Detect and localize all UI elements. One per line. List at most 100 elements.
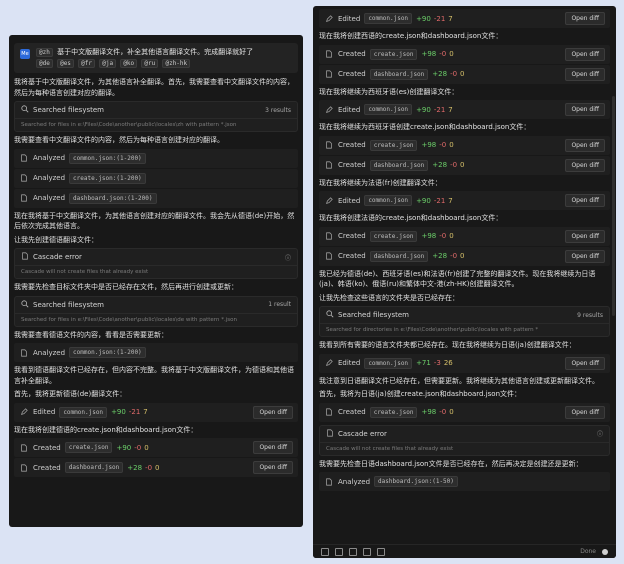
search-card[interactable]: Searched filesystem 3 results Searched f… [14, 101, 298, 132]
mention-chip[interactable]: @ja [99, 59, 117, 68]
status-dot-icon [602, 548, 608, 555]
created-row[interactable]: Created create.json +90 -0 0 Open diff [14, 438, 298, 457]
error-icon [326, 428, 334, 439]
edited-row[interactable]: Edited common.json +90 -21 7 Open diff [319, 100, 610, 119]
attach-icon[interactable] [321, 547, 329, 556]
image-icon[interactable] [335, 547, 343, 556]
search-title: Searched filesystem [33, 106, 104, 114]
edit-icon [324, 105, 334, 115]
open-diff-button[interactable]: Open diff [253, 441, 293, 454]
tools-icon[interactable] [377, 547, 385, 556]
mention-chip[interactable]: @zh [36, 48, 53, 57]
edit-icon [324, 14, 334, 24]
file-chip[interactable]: common.json [364, 13, 413, 24]
chat-panel-left: Me @zh 基于中文版翻译文件，补全其他语言翻译文件。完成翻译就好了 @de … [9, 35, 303, 527]
search-icon [21, 299, 29, 310]
file-chip[interactable]: create.json [64, 442, 113, 453]
mention-chip[interactable]: @ko [120, 59, 138, 68]
info-icon[interactable]: ⓘ [597, 429, 603, 438]
file-icon [19, 153, 29, 163]
edited-row[interactable]: Edited common.json +90 -21 7 Open diff [319, 9, 610, 28]
create-file-icon [19, 463, 29, 473]
file-chip[interactable]: common.json:(1-200) [69, 347, 146, 358]
open-diff-button[interactable]: Open diff [565, 356, 605, 370]
analyzed-row[interactable]: Analyzed common.json:(1-200) [14, 148, 298, 168]
open-diff-button[interactable]: Open diff [565, 229, 605, 243]
open-diff-button[interactable]: Open diff [565, 249, 605, 263]
create-file-icon [324, 160, 334, 170]
mention-icon[interactable] [349, 547, 357, 556]
edited-row[interactable]: Edited common.json +90 -21 7 Open diff [319, 191, 610, 210]
mention-chip[interactable]: @es [57, 59, 74, 68]
mention-chip[interactable]: @fr [78, 59, 95, 68]
assistant-message: 让我先检查这些语言的文件夹是否已经存在： [319, 293, 459, 302]
open-diff-button[interactable]: Open diff [565, 194, 605, 207]
file-chip[interactable]: common.json [59, 406, 108, 418]
analyzed-row[interactable]: Analyzed create.json:(1-200) [14, 168, 298, 188]
edited-row[interactable]: Edited common.json +90 -21 7 Open diff [14, 402, 298, 422]
mention-chip[interactable]: @zh-hk [162, 59, 191, 68]
file-chip[interactable]: common.json [364, 195, 413, 206]
created-row[interactable]: Created create.json +98 -0 0 Open diff [319, 402, 610, 422]
file-chip[interactable]: create.json [369, 230, 418, 242]
scrollbar[interactable] [612, 96, 615, 316]
assistant-message: 我需要查看德语文件的内容，看看是否需要更新： [14, 330, 168, 339]
file-icon [324, 477, 334, 487]
created-row[interactable]: Created dashboard.json +28 -0 0 Open dif… [14, 458, 298, 477]
file-chip[interactable]: dashboard.json [369, 68, 429, 80]
search-card[interactable]: Searched filesystem 9 results Searched f… [319, 306, 610, 337]
created-row[interactable]: Created dashboard.json +28 -0 0 Open dif… [319, 64, 610, 84]
error-card: Cascade error ⓘ Cascade will not create … [14, 248, 298, 279]
assistant-message: 现在我将基于中文翻译文件，为其他语言创建对应的翻译文件。我会先从德语(de)开始… [14, 211, 295, 231]
file-chip[interactable]: common.json [364, 357, 413, 369]
created-row[interactable]: Created create.json +98 -0 0 Open diff [319, 44, 610, 64]
assistant-message: 现在我将继续为西班牙语(es)创建翻译文件： [319, 87, 459, 96]
analyzed-row[interactable]: Analyzed dashboard.json:(1-50) [319, 472, 610, 491]
created-row[interactable]: Created dashboard.json +28 -0 0 Open dif… [319, 155, 610, 175]
mention-chip[interactable]: @ru [141, 59, 159, 68]
file-chip[interactable]: dashboard.json [64, 462, 124, 473]
edited-row[interactable]: Edited common.json +71 -3 26 Open diff [319, 353, 610, 373]
analyzed-row[interactable]: Analyzed common.json:(1-200) [14, 343, 298, 362]
create-file-icon [19, 443, 29, 453]
open-diff-button[interactable]: Open diff [565, 103, 605, 116]
status-text: Done [580, 548, 596, 555]
open-diff-button[interactable]: Open diff [565, 405, 605, 419]
file-chip[interactable]: dashboard.json [369, 159, 429, 171]
file-chip[interactable]: create.json [369, 406, 418, 418]
info-icon[interactable]: ⓘ [285, 253, 291, 262]
file-chip[interactable]: create.json:(1-200) [69, 172, 146, 184]
assistant-message: 现在我将创建西语的create.json和dashboard.json文件： [319, 32, 503, 40]
search-icon [21, 105, 29, 115]
file-chip[interactable]: create.json [369, 48, 418, 60]
open-diff-button[interactable]: Open diff [565, 138, 605, 152]
file-chip[interactable]: create.json [369, 139, 418, 151]
file-icon [19, 173, 29, 183]
assistant-message: 让我先创建德语翻译文件： [14, 235, 98, 244]
file-chip[interactable]: common.json:(1-200) [69, 152, 146, 164]
mention-chip[interactable]: @de [36, 59, 53, 68]
create-file-icon [324, 231, 334, 241]
open-diff-button[interactable]: Open diff [253, 405, 293, 419]
open-diff-button[interactable]: Open diff [565, 47, 605, 61]
created-row[interactable]: Created dashboard.json +28 -0 0 Open dif… [319, 246, 610, 266]
assistant-message: 我看到德语翻译文件已经存在，但内容不完整。我将基于中文版翻译文件，为德语和其他语… [14, 366, 294, 385]
file-chip[interactable]: common.json [364, 104, 413, 115]
file-chip[interactable]: dashboard.json [369, 250, 429, 262]
edit-icon [19, 407, 29, 417]
created-row[interactable]: Created create.json +98 -0 0 Open diff [319, 226, 610, 246]
file-chip[interactable]: dashboard.json:(1-200) [69, 192, 157, 204]
assistant-message: 首先，我将为日语(ja)创建create.json和dashboard.json… [319, 390, 522, 398]
created-row[interactable]: Created create.json +98 -0 0 Open diff [319, 135, 610, 155]
open-diff-button[interactable]: Open diff [253, 461, 293, 474]
search-card[interactable]: Searched filesystem 1 result Searched fo… [14, 295, 298, 327]
file-chip[interactable]: dashboard.json:(1-50) [374, 476, 458, 487]
search-icon [326, 310, 334, 320]
open-diff-button[interactable]: Open diff [565, 12, 605, 25]
code-icon[interactable] [363, 547, 371, 556]
analyzed-row[interactable]: Analyzed dashboard.json:(1-200) [14, 188, 298, 208]
chat-panel-right: Edited common.json +90 -21 7 Open diff 现… [313, 6, 616, 558]
open-diff-button[interactable]: Open diff [565, 67, 605, 81]
file-icon [19, 348, 29, 358]
open-diff-button[interactable]: Open diff [565, 158, 605, 172]
